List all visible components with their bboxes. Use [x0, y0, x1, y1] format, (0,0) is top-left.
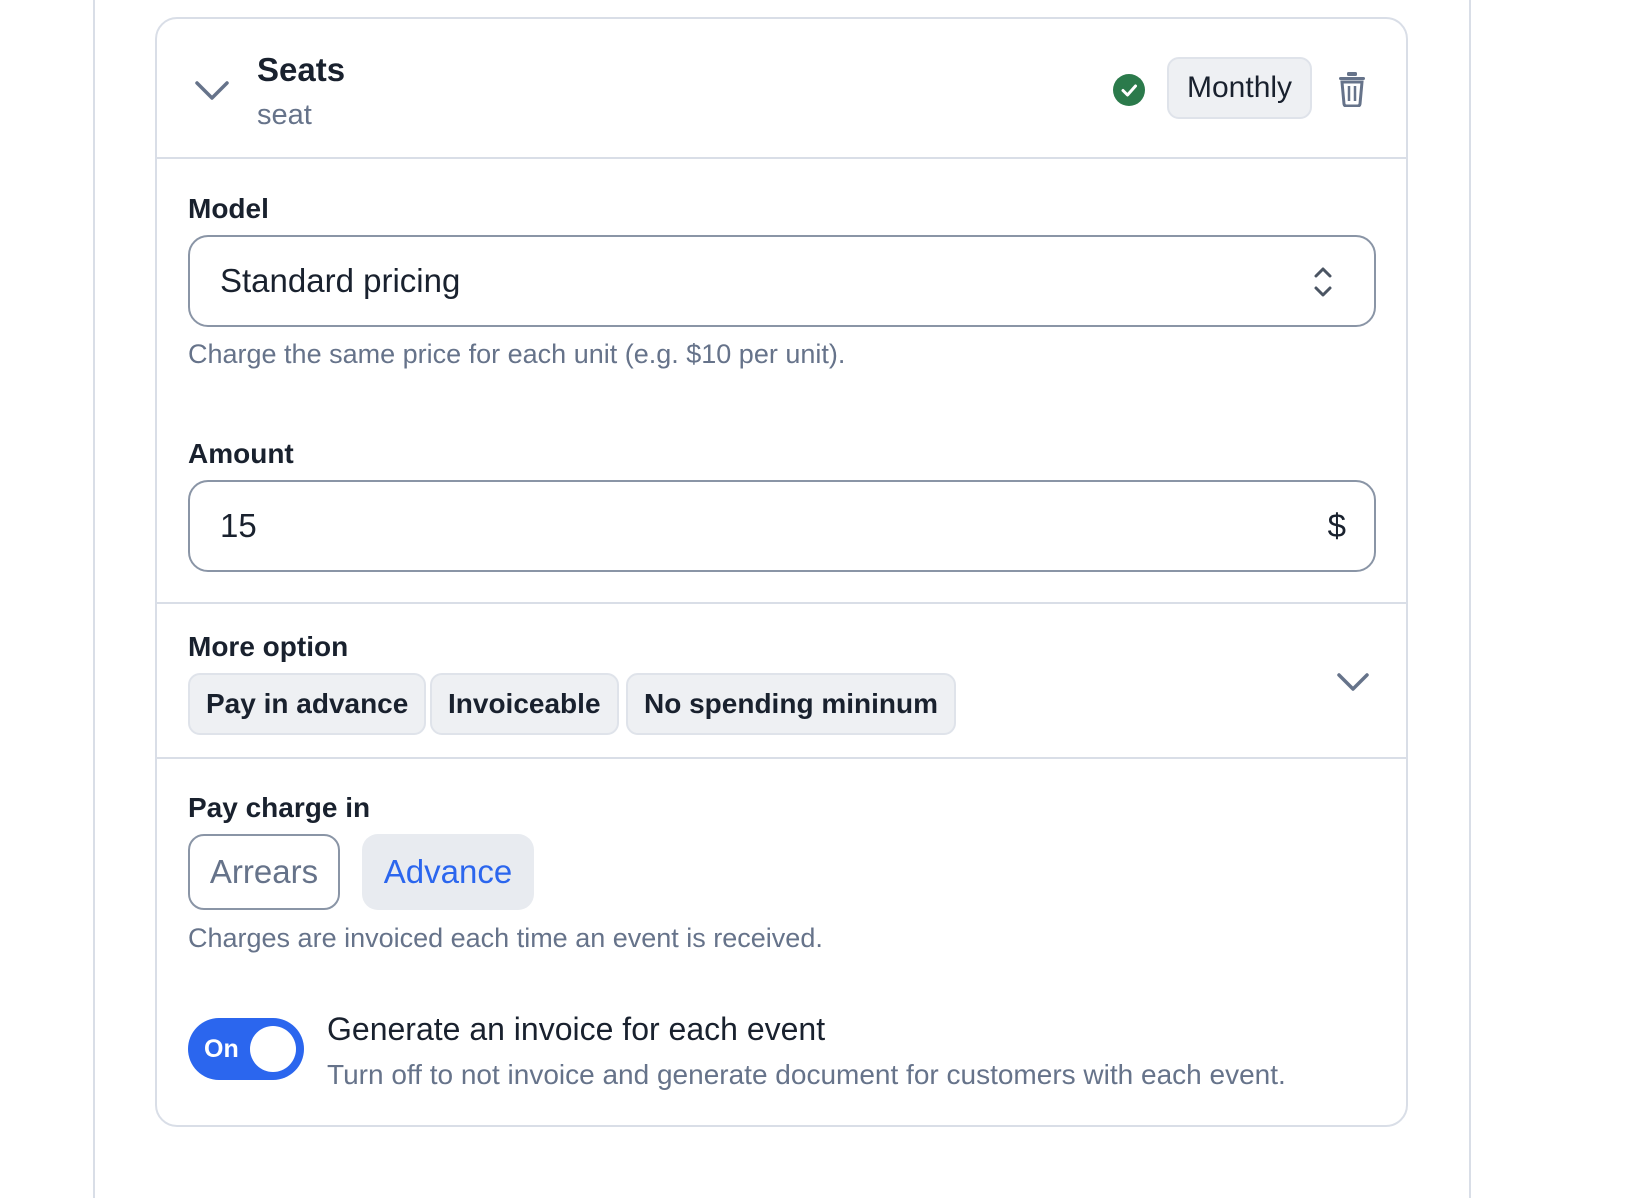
amount-divider	[157, 602, 1406, 604]
check-circle-icon	[1113, 74, 1145, 106]
model-select[interactable]: Standard pricing	[188, 235, 1376, 327]
options-divider	[157, 757, 1406, 759]
invoice-toggle[interactable]: On	[188, 1018, 304, 1080]
expand-options-chevron-icon[interactable]	[1335, 669, 1371, 697]
charge-title: Seats	[257, 51, 346, 88]
model-label: Model	[188, 193, 269, 224]
currency-symbol: $	[1327, 507, 1346, 544]
invoice-toggle-title: Generate an invoice for each event	[327, 1011, 826, 1047]
chip-no-spending-minimum: No spending mininum	[626, 673, 956, 735]
toggle-knob	[250, 1026, 296, 1072]
amount-input[interactable]: 15 $	[188, 480, 1376, 572]
model-help: Charge the same price for each unit (e.g…	[188, 339, 846, 369]
advance-option[interactable]: Advance	[362, 834, 534, 910]
charge-subtitle: seat	[257, 99, 312, 131]
toggle-state-label: On	[204, 1035, 239, 1063]
amount-label: Amount	[188, 438, 294, 469]
pay-charge-label: Pay charge in	[188, 792, 371, 823]
trash-icon[interactable]	[1337, 71, 1367, 107]
collapse-chevron-icon[interactable]	[193, 75, 231, 105]
pay-charge-help: Charges are invoiced each time an event …	[188, 923, 823, 953]
invoice-toggle-description: Turn off to not invoice and generate doc…	[327, 1059, 1286, 1090]
charge-card: Seats seat Monthly Model Standard pricin…	[155, 17, 1408, 1127]
arrears-option[interactable]: Arrears	[188, 834, 340, 910]
select-updown-icon	[1314, 267, 1332, 297]
chip-pay-in-advance: Pay in advance	[188, 673, 427, 735]
interval-badge[interactable]: Monthly	[1167, 57, 1313, 119]
more-option-label: More option	[188, 631, 349, 662]
chip-invoiceable: Invoiceable	[430, 673, 619, 735]
header-divider	[157, 157, 1406, 159]
amount-value: 15	[220, 507, 257, 544]
model-value: Standard pricing	[220, 262, 461, 299]
